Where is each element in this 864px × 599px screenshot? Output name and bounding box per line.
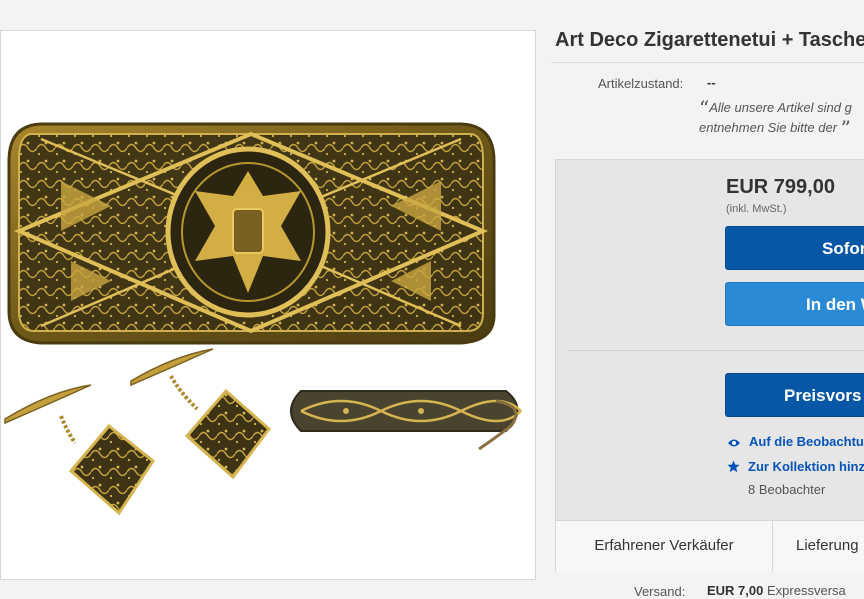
product-photo[interactable] — [0, 30, 536, 580]
eye-icon — [728, 439, 740, 447]
collection-link-label: Zur Kollektion hinz — [748, 459, 864, 474]
shipping-label: Versand: — [634, 584, 686, 599]
condition-description-text2: entnehmen Sie bitte der — [699, 120, 838, 135]
tab-seller-info[interactable]: Erfahrener Verkäufer — [556, 521, 773, 572]
buy-box — [555, 159, 864, 572]
shipping-price: EUR 7,00 — [707, 583, 764, 598]
add-to-collection-link[interactable]: Zur Kollektion hinz — [727, 459, 864, 474]
tab-delivery[interactable]: Lieferung — [796, 521, 859, 572]
close-quote-icon: ” — [840, 116, 851, 140]
buy-now-button[interactable]: Sofor — [725, 226, 864, 270]
watcher-count: 8 Beobachter — [748, 482, 826, 497]
pocket-knife-graphic — [290, 390, 522, 451]
product-image — [4, 122, 522, 516]
vat-note: (inkl. MwSt.) — [726, 203, 787, 215]
condition-label: Artikelzustand: — [598, 76, 684, 91]
listing-title: Art Deco Zigarettenetui + Tasche — [555, 29, 864, 51]
shipping-method: Expressversa — [767, 583, 846, 598]
watchlist-link-label: Auf die Beobachtu — [749, 434, 864, 449]
condition-description-text1: Alle unsere Artikel sind g — [709, 100, 852, 115]
add-to-watchlist-link[interactable]: Auf die Beobachtu — [727, 434, 864, 449]
title-divider — [551, 62, 864, 63]
cufflinks-graphic — [4, 348, 272, 516]
buy-box-divider — [568, 350, 864, 351]
cigarette-case-graphic — [7, 122, 496, 345]
price-amount: EUR 799,00 — [726, 176, 835, 198]
star-icon — [727, 460, 740, 473]
buy-box-tabs: Erfahrener Verkäufer Lieferung — [556, 520, 864, 572]
condition-description-line2: entnehmen Sie bitte der ” — [699, 116, 851, 140]
add-to-cart-button[interactable]: In den W — [725, 282, 864, 326]
shipping-value: EUR 7,00 Expressversa — [707, 583, 846, 598]
condition-value: -- — [707, 75, 716, 90]
make-offer-button[interactable]: Preisvors — [725, 373, 864, 417]
